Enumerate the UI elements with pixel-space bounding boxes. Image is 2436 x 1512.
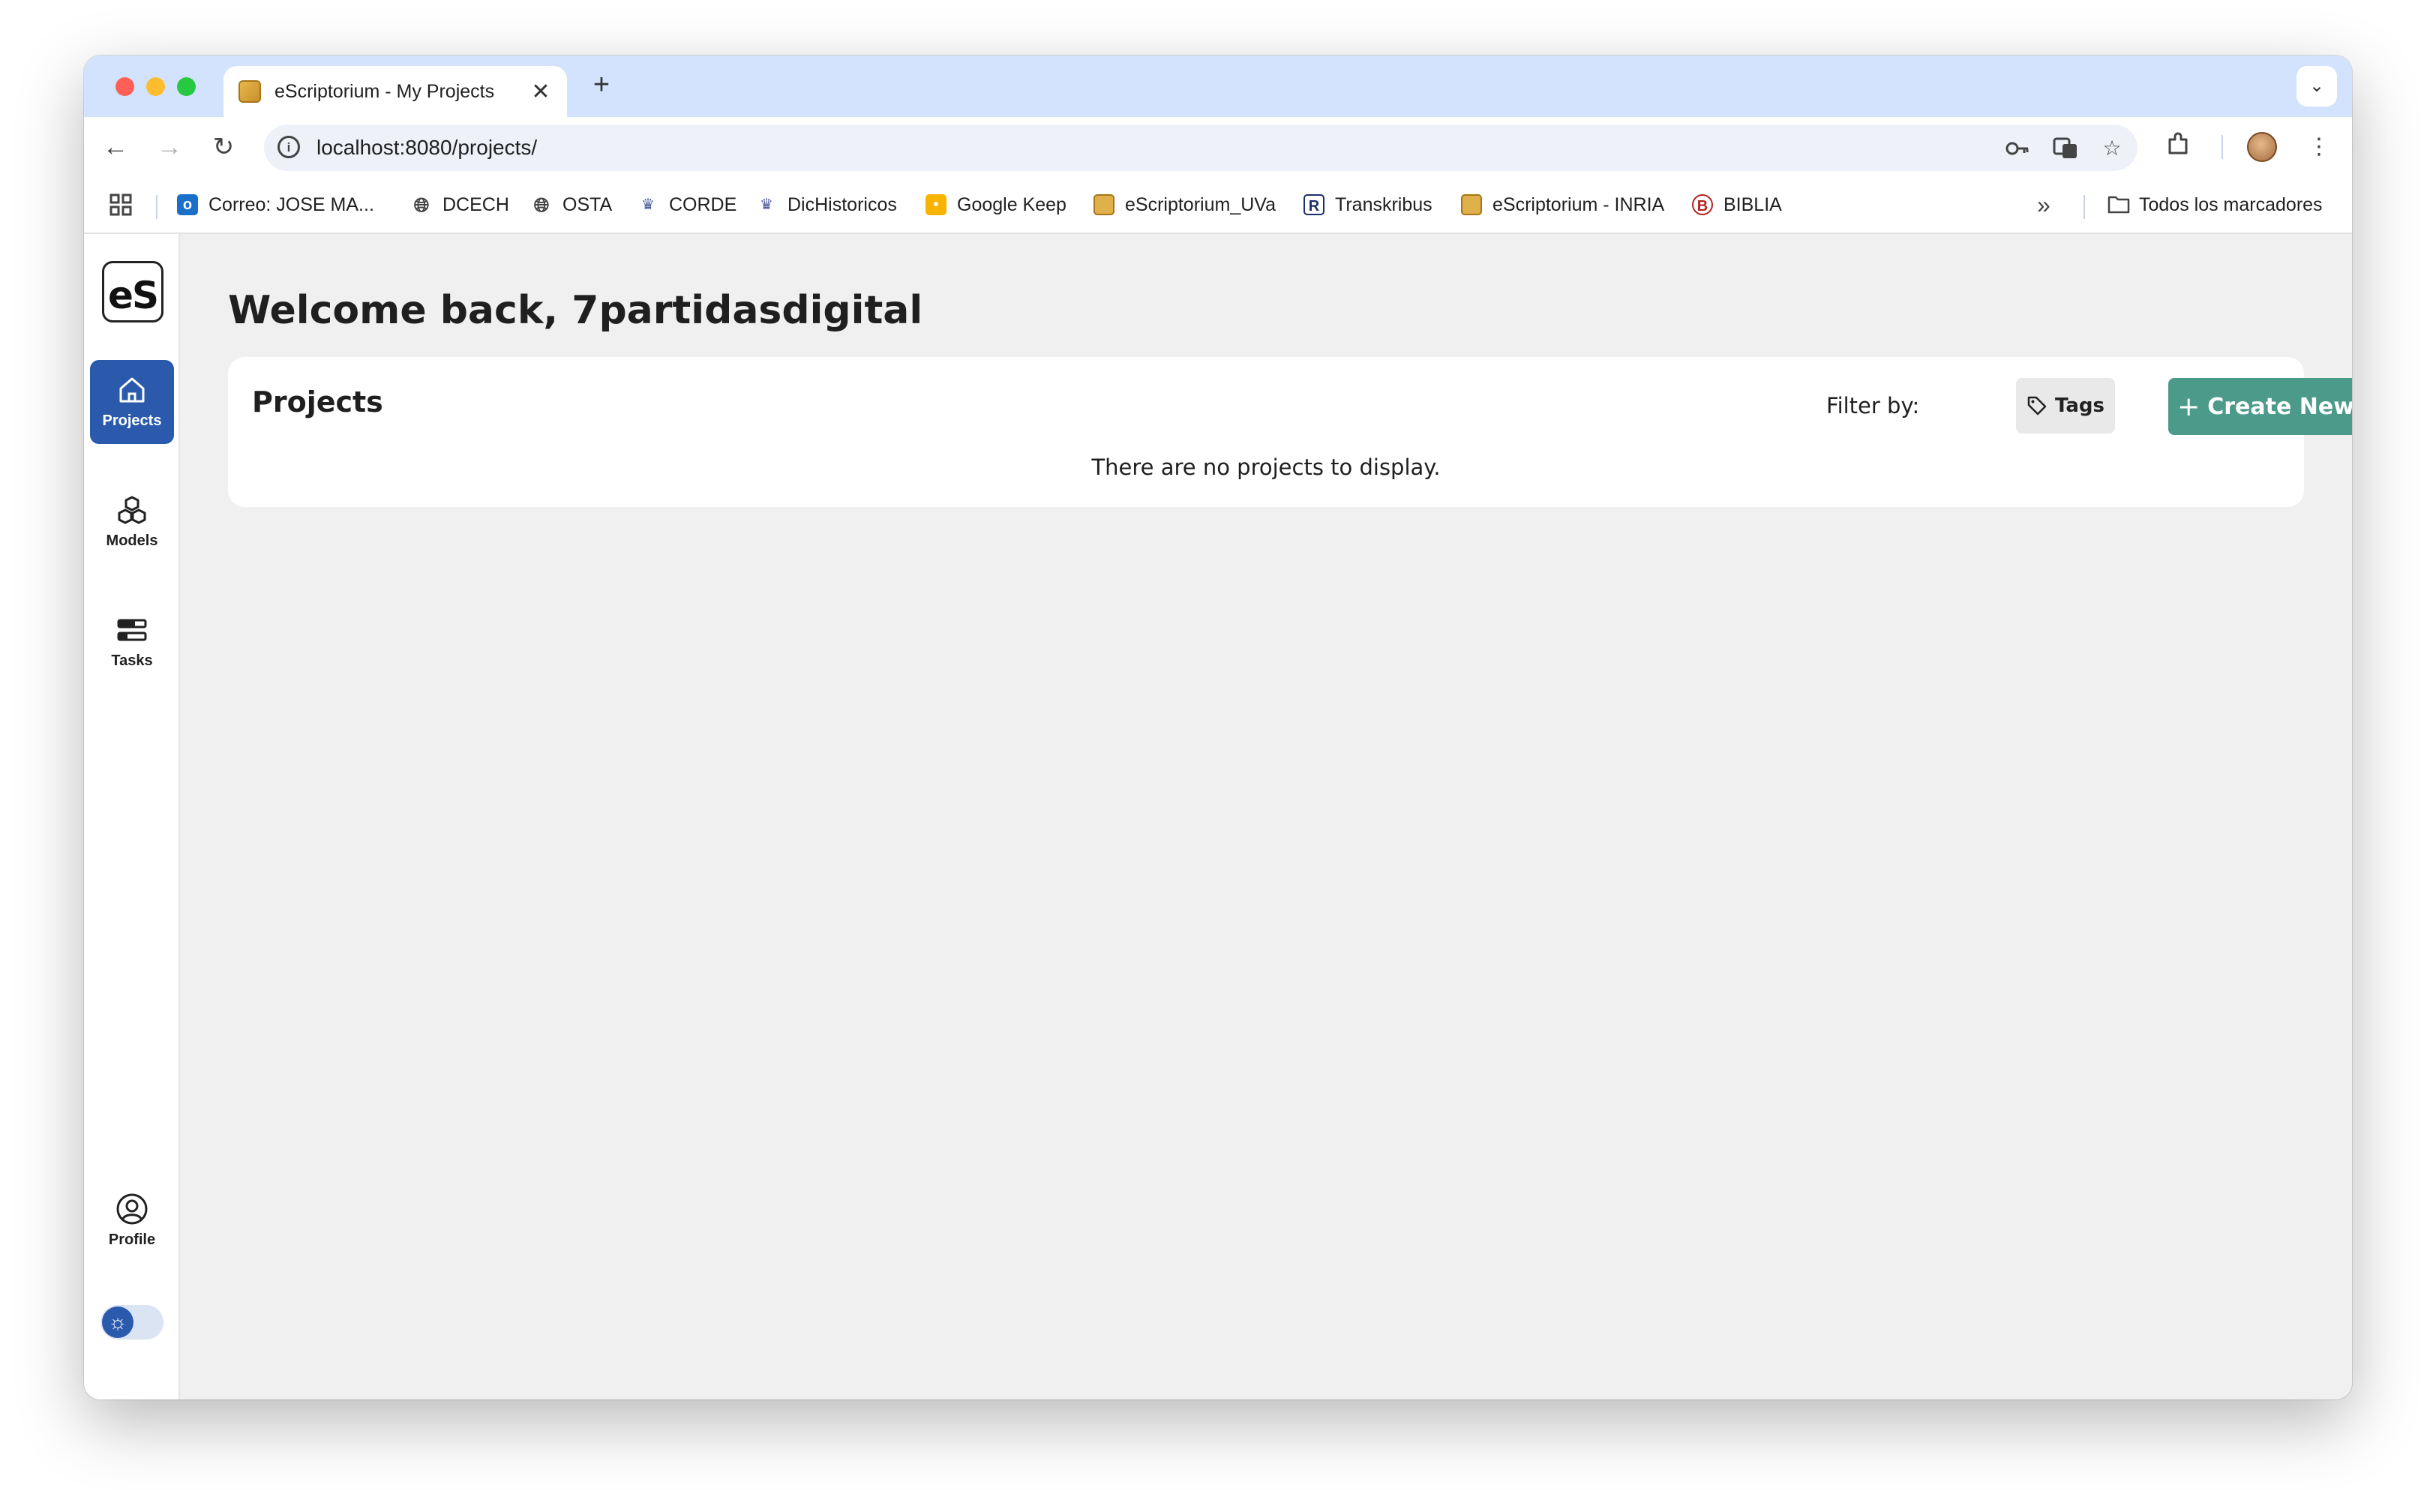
password-key-icon[interactable] [2004, 135, 2031, 162]
sidebar-item-tasks[interactable]: Tasks [90, 600, 174, 684]
create-new-label: Create New [2207, 393, 2352, 420]
sun-icon: ☼ [102, 1306, 134, 1338]
browser-toolbar: ← → ↻ i localhost:8080/projects/ ☆ ⋮ [84, 117, 2352, 177]
projects-card: Projects Filter by: Tags + Create New Th… [228, 357, 2352, 507]
bookmark-item[interactable]: B BIBLIA [1692, 177, 1782, 232]
transkribus-icon: R [1304, 194, 1324, 215]
user-circle-icon [116, 1193, 148, 1225]
theme-toggle[interactable]: ☼ [100, 1305, 164, 1340]
sidebar-item-models[interactable]: Models [90, 480, 174, 564]
bookmark-label: Google Keep [957, 194, 1066, 215]
bookmark-item[interactable]: eScriptorium - INRIA [1461, 177, 1664, 232]
tags-filter-button[interactable]: Tags [2016, 378, 2115, 434]
bookmark-label: BIBLIA [1724, 194, 1782, 215]
bookmark-item[interactable]: 🌐︎ DCECH [411, 177, 509, 232]
all-bookmarks-label: Todos los marcadores [2139, 194, 2323, 215]
bookmark-label: eScriptorium_UVa [1125, 194, 1276, 215]
filter-label: Filter by: [1826, 393, 1920, 418]
url-text[interactable]: localhost:8080/projects/ [316, 124, 537, 171]
plus-icon: + [2177, 391, 2200, 422]
minimize-window-button[interactable] [146, 77, 165, 96]
bookmark-label: DicHistoricos [788, 194, 897, 215]
sidebar-item-label: Models [106, 532, 158, 549]
app-root: eS Projects Models Tasks Profile ☼ Welco… [84, 234, 2352, 1400]
browser-window: eScriptorium - My Projects ✕ + ⌄ ← → ↻ i… [84, 56, 2352, 1400]
projects-heading: Projects [252, 386, 383, 418]
more-bookmarks-chevron-icon[interactable]: » [2037, 177, 2050, 232]
folder-icon [2108, 194, 2130, 215]
apps-grid-icon[interactable] [110, 177, 132, 232]
back-arrow-icon[interactable]: ← [96, 128, 135, 166]
rae-icon: ♛ [641, 196, 655, 213]
globe-icon: 🌐︎ [413, 194, 430, 216]
forward-arrow-icon[interactable]: → [150, 128, 189, 166]
escriptorium-logo[interactable]: eS [102, 261, 164, 322]
close-window-button[interactable] [116, 77, 134, 96]
maximize-window-button[interactable] [177, 77, 196, 96]
bookmarks-divider [2084, 195, 2085, 219]
bookmark-star-icon[interactable]: ☆ [2098, 135, 2126, 162]
escriptorium-icon [1094, 194, 1114, 215]
create-new-button[interactable]: + Create New [2168, 378, 2352, 435]
tab-search-button[interactable]: ⌄ [2296, 66, 2337, 106]
address-bar[interactable]: i localhost:8080/projects/ ☆ [264, 124, 2138, 171]
tag-icon [2027, 396, 2047, 416]
translate-icon[interactable] [2052, 135, 2079, 162]
browser-tab-active[interactable]: eScriptorium - My Projects ✕ [224, 66, 567, 117]
bookmarks-bar: o Correo: JOSE MA... 🌐︎ DCECH 🌐︎ OSTA ♛ CORD… [84, 177, 2352, 234]
bookmark-item[interactable]: o Correo: JOSE MA... [177, 177, 374, 232]
profile-avatar[interactable] [2247, 132, 2277, 162]
bookmark-item[interactable]: R Transkribus [1304, 177, 1432, 232]
new-tab-button[interactable]: + [585, 69, 618, 101]
tab-strip: eScriptorium - My Projects ✕ + ⌄ [84, 56, 2352, 117]
all-bookmarks-folder[interactable]: Todos los marcadores [2108, 177, 2323, 232]
page-title: Welcome back, 7partidasdigital [228, 288, 923, 333]
bookmark-item[interactable]: eScriptorium_UVa [1094, 177, 1276, 232]
outlook-icon: o [177, 194, 198, 215]
sidebar-item-label: Projects [102, 412, 162, 429]
bookmarks-divider [156, 195, 158, 219]
tasks-icon [117, 619, 147, 641]
bookmark-item[interactable]: 🌐︎ OSTA [531, 177, 613, 232]
tags-label: Tags [2054, 394, 2104, 417]
menu-kebab-icon[interactable]: ⋮ [2302, 130, 2336, 164]
sidebar-item-label: Profile [108, 1232, 156, 1248]
cubes-icon [118, 496, 146, 524]
rae-icon: ♛ [760, 196, 773, 213]
toolbar-divider [2222, 135, 2223, 159]
site-info-icon[interactable]: i [278, 136, 300, 158]
escriptorium-icon [1461, 194, 1482, 215]
sidebar: eS Projects Models Tasks Profile ☼ [84, 234, 180, 1400]
globe-icon: 🌐︎ [533, 194, 550, 216]
escriptorium-favicon-icon [238, 80, 261, 103]
bookmark-label: Transkribus [1335, 194, 1432, 215]
empty-state-message: There are no projects to display. [1091, 454, 1441, 480]
keep-icon: • [926, 194, 946, 215]
bookmark-item[interactable]: ♛ CORDE [638, 177, 736, 232]
reload-icon[interactable]: ↻ [204, 128, 243, 166]
bookmark-item[interactable]: • Google Keep [926, 177, 1066, 232]
bookmark-label: OSTA [562, 194, 613, 215]
tab-title: eScriptorium - My Projects [274, 80, 495, 102]
bookmark-label: CORDE [669, 194, 737, 215]
close-tab-icon[interactable]: ✕ [530, 79, 552, 105]
home-icon [119, 377, 145, 403]
bookmark-item[interactable]: ♛ DicHistoricos [756, 177, 897, 232]
biblia-icon: B [1692, 194, 1713, 215]
bookmark-label: Correo: JOSE MA... [208, 194, 374, 215]
bookmark-label: DCECH [442, 194, 509, 215]
sidebar-item-profile[interactable]: Profile [90, 1179, 174, 1263]
sidebar-item-label: Tasks [111, 652, 153, 669]
extensions-puzzle-icon[interactable] [2162, 130, 2194, 164]
sidebar-item-projects[interactable]: Projects [90, 360, 174, 444]
bookmark-label: eScriptorium - INRIA [1492, 194, 1665, 215]
